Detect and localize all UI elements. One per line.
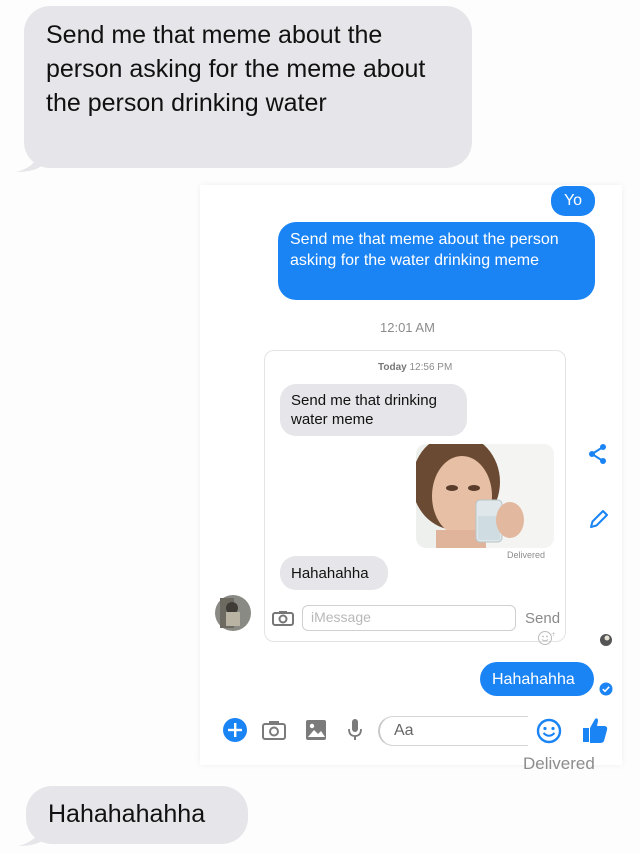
inner-camera-icon[interactable] xyxy=(272,610,294,626)
message-input-placeholder: Aa xyxy=(394,722,414,739)
messenger-yo-bubble: Yo xyxy=(551,186,595,216)
inner-reply-bubble: Hahahahha xyxy=(280,556,388,590)
message-input[interactable]: Aa xyxy=(378,716,528,746)
inner-send-button[interactable]: Send xyxy=(525,610,560,627)
share-icon[interactable] xyxy=(588,443,608,470)
outer-message-top: Send me that meme about the person askin… xyxy=(24,6,472,168)
smiley-icon[interactable] xyxy=(536,718,562,749)
inner-emoji-icon[interactable]: + xyxy=(537,630,556,646)
messenger-yo-text: Yo xyxy=(563,192,583,209)
messenger-timestamp: 12:01 AM xyxy=(380,320,435,335)
inner-request-bubble: Send me that drinking water meme xyxy=(280,384,467,436)
inner-request-text: Send me that drinking water meme xyxy=(291,392,437,428)
inner-delivered-label: Delivered xyxy=(507,550,546,560)
pencil-icon[interactable] xyxy=(588,508,610,535)
outer-message-bottom-text: Hahahahahha xyxy=(48,800,206,828)
contact-avatar[interactable] xyxy=(214,594,252,632)
inner-date-time: 12:56 PM xyxy=(409,362,453,373)
messenger-reply-bubble: Hahahahha xyxy=(480,662,594,696)
microphone-icon[interactable] xyxy=(347,718,363,747)
plus-icon[interactable] xyxy=(222,717,248,748)
outer-delivered-label: Delivered xyxy=(523,754,595,773)
outer-message-bottom: Hahahahahha xyxy=(26,786,248,844)
inner-date-day: Today xyxy=(378,362,407,373)
delivered-check-icon xyxy=(599,682,613,701)
camera-icon[interactable] xyxy=(262,720,286,745)
messenger-sent-text: Send me that meme about the person askin… xyxy=(290,231,559,269)
svg-text:+: + xyxy=(551,631,555,638)
inner-message-placeholder: iMessage xyxy=(311,609,371,625)
inner-message-input[interactable]: iMessage xyxy=(302,605,516,631)
messenger-sent-bubble: Send me that meme about the person askin… xyxy=(278,222,595,300)
bubble-tail-bottom xyxy=(18,824,46,846)
thumbs-up-icon[interactable] xyxy=(582,716,608,749)
inner-date-label: Today 12:56 PM xyxy=(378,362,452,373)
messenger-reply-text: Hahahahha xyxy=(492,671,575,688)
drinking-water-photo xyxy=(416,444,554,548)
image-icon[interactable] xyxy=(305,719,327,746)
inner-reply-text: Hahahahha xyxy=(291,565,369,582)
outer-message-top-text: Send me that meme about the person askin… xyxy=(46,21,426,117)
bubble-tail-top xyxy=(16,148,44,172)
seen-avatar-small xyxy=(600,634,612,646)
